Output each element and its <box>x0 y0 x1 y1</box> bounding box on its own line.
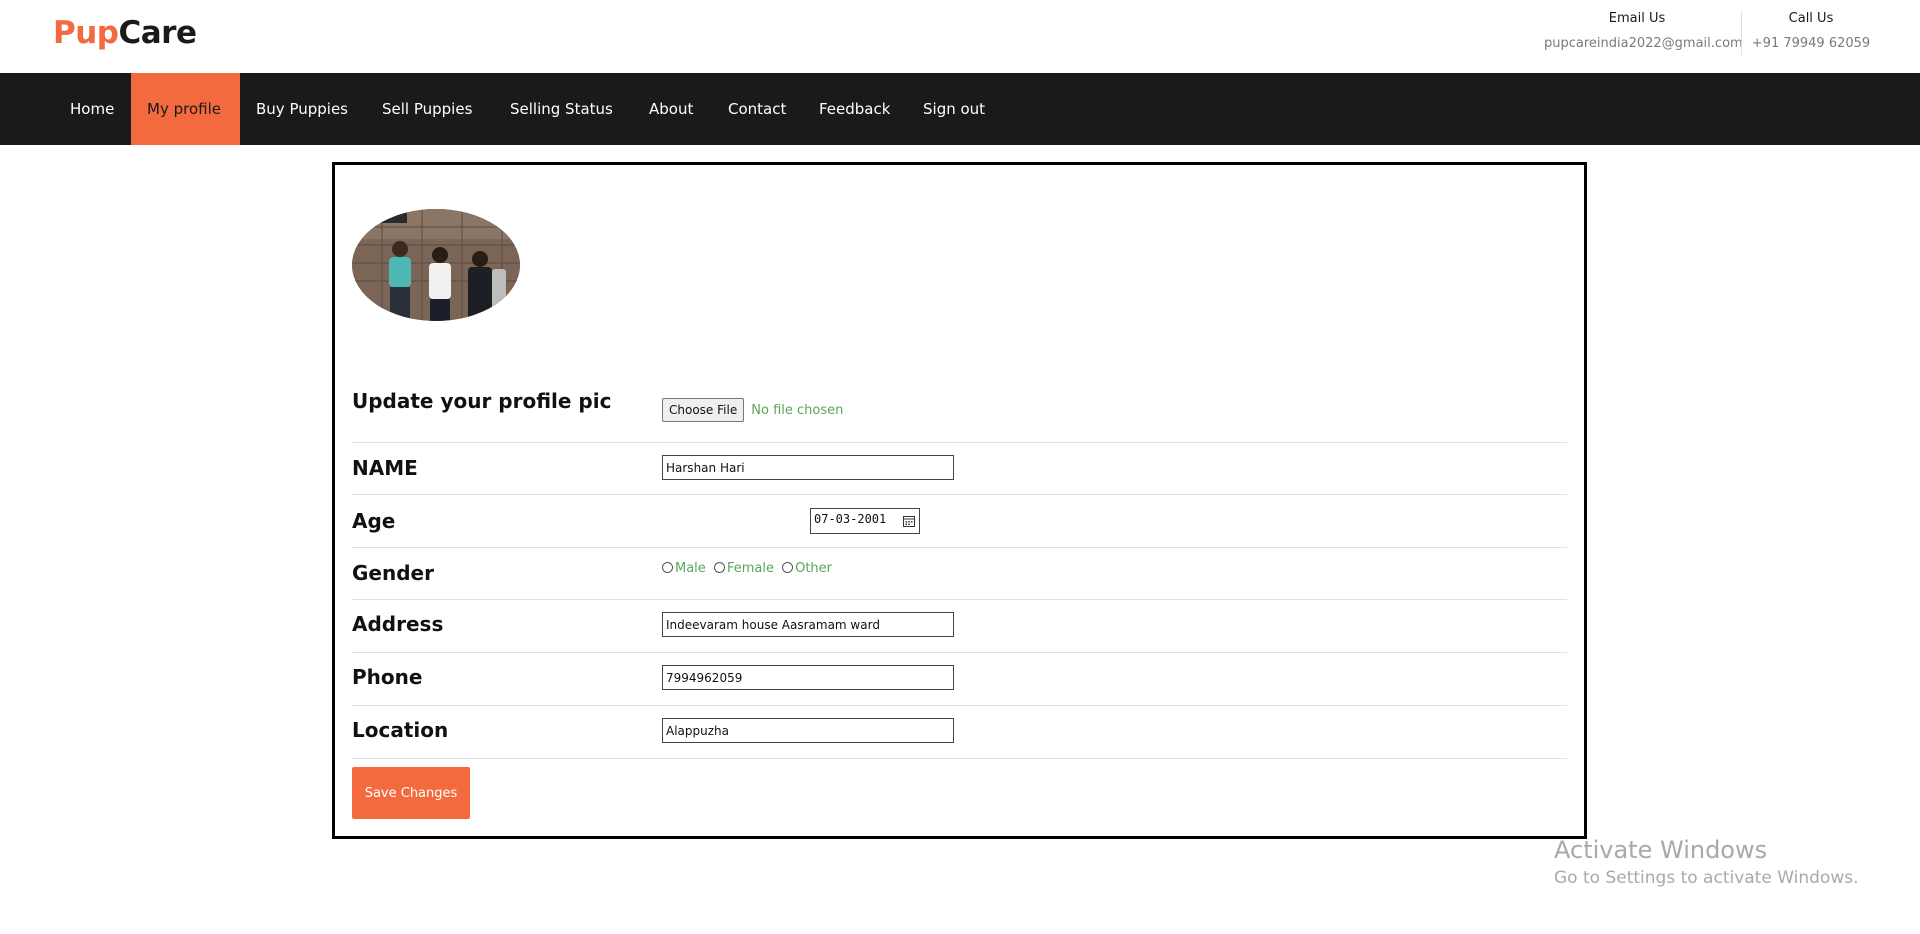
logo-part-care: Care <box>118 15 197 51</box>
nav-item-selling-status[interactable]: Selling Status <box>494 73 629 145</box>
row-age: Age 07-03-2001 <box>352 495 1567 548</box>
watermark-line-1: Activate Windows <box>1554 836 1768 864</box>
profile-pic-label: Update your profile pic <box>352 389 612 413</box>
row-location: Location <box>352 706 1567 759</box>
row-profile-pic: Update your profile pic Choose File No f… <box>352 377 1567 443</box>
age-control: 07-03-2001 <box>662 508 962 536</box>
choose-file-button[interactable]: Choose File <box>662 398 745 422</box>
phone-input[interactable] <box>662 665 954 690</box>
profile-card: Update your profile pic Choose File No f… <box>332 162 1587 839</box>
windows-activation-watermark: Activate Windows Go to Settings to activ… <box>1554 836 1859 888</box>
email-title: Email Us <box>1608 11 1666 26</box>
nav-item-sign-out[interactable]: Sign out <box>907 73 1001 145</box>
row-address: Address <box>352 600 1567 653</box>
site-logo[interactable]: PupCare <box>53 15 197 51</box>
file-status: No file chosen <box>751 402 844 418</box>
call-title: Call Us <box>1788 11 1834 26</box>
address-label: Address <box>352 612 444 636</box>
nav-item-buy-puppies[interactable]: Buy Puppies <box>240 73 364 145</box>
gender-radio-group: Male Female Other <box>662 561 836 576</box>
age-label: Age <box>352 509 396 533</box>
name-label: NAME <box>352 456 418 480</box>
nav-item-my-profile[interactable]: My profile <box>131 73 240 145</box>
profile-pic-control: Choose File No file chosen <box>662 398 843 422</box>
top-header: PupCare Email Us pupcareindia2022@gmail.… <box>0 0 1920 73</box>
date-of-birth-value: 07-03-2001 <box>814 512 887 526</box>
location-input[interactable] <box>662 718 954 743</box>
nav-item-contact[interactable]: Contact <box>712 73 802 145</box>
gender-male-radio[interactable] <box>662 562 673 573</box>
nav-item-home[interactable]: Home <box>54 73 130 145</box>
email-value[interactable]: pupcareindia2022@gmail.com <box>1544 36 1743 51</box>
profile-photo <box>352 209 520 321</box>
nav-item-sell-puppies[interactable]: Sell Puppies <box>366 73 488 145</box>
phone-label: Phone <box>352 665 423 689</box>
date-of-birth-input[interactable]: 07-03-2001 <box>810 508 920 534</box>
gender-label: Gender <box>352 561 434 585</box>
gender-male-label[interactable]: Male <box>675 561 706 576</box>
logo-part-pup: Pup <box>53 15 119 51</box>
gender-other-label[interactable]: Other <box>795 561 832 576</box>
save-changes-button[interactable]: Save Changes <box>352 767 470 819</box>
row-gender: Gender Male Female Other <box>352 548 1567 600</box>
call-contact: Call Us +91 79949 62059 <box>1748 11 1874 51</box>
nav-item-about[interactable]: About <box>633 73 709 145</box>
address-input[interactable] <box>662 612 954 637</box>
profile-photo-image <box>352 209 520 321</box>
name-input[interactable] <box>662 455 954 480</box>
calendar-icon[interactable] <box>903 515 915 527</box>
gender-other-radio[interactable] <box>782 562 794 573</box>
gender-female-radio[interactable] <box>713 562 725 573</box>
contact-divider <box>1741 11 1742 55</box>
nav-item-feedback[interactable]: Feedback <box>803 73 906 145</box>
call-value[interactable]: +91 79949 62059 <box>1748 36 1874 51</box>
location-label: Location <box>352 718 449 742</box>
row-name: NAME <box>352 443 1567 495</box>
row-phone: Phone <box>352 653 1567 706</box>
gender-female-label[interactable]: Female <box>727 561 774 576</box>
email-contact: Email Us pupcareindia2022@gmail.com <box>1544 11 1743 51</box>
watermark-line-2: Go to Settings to activate Windows. <box>1554 868 1859 888</box>
main-nav: Home My profile Buy Puppies Sell Puppies… <box>0 73 1920 145</box>
